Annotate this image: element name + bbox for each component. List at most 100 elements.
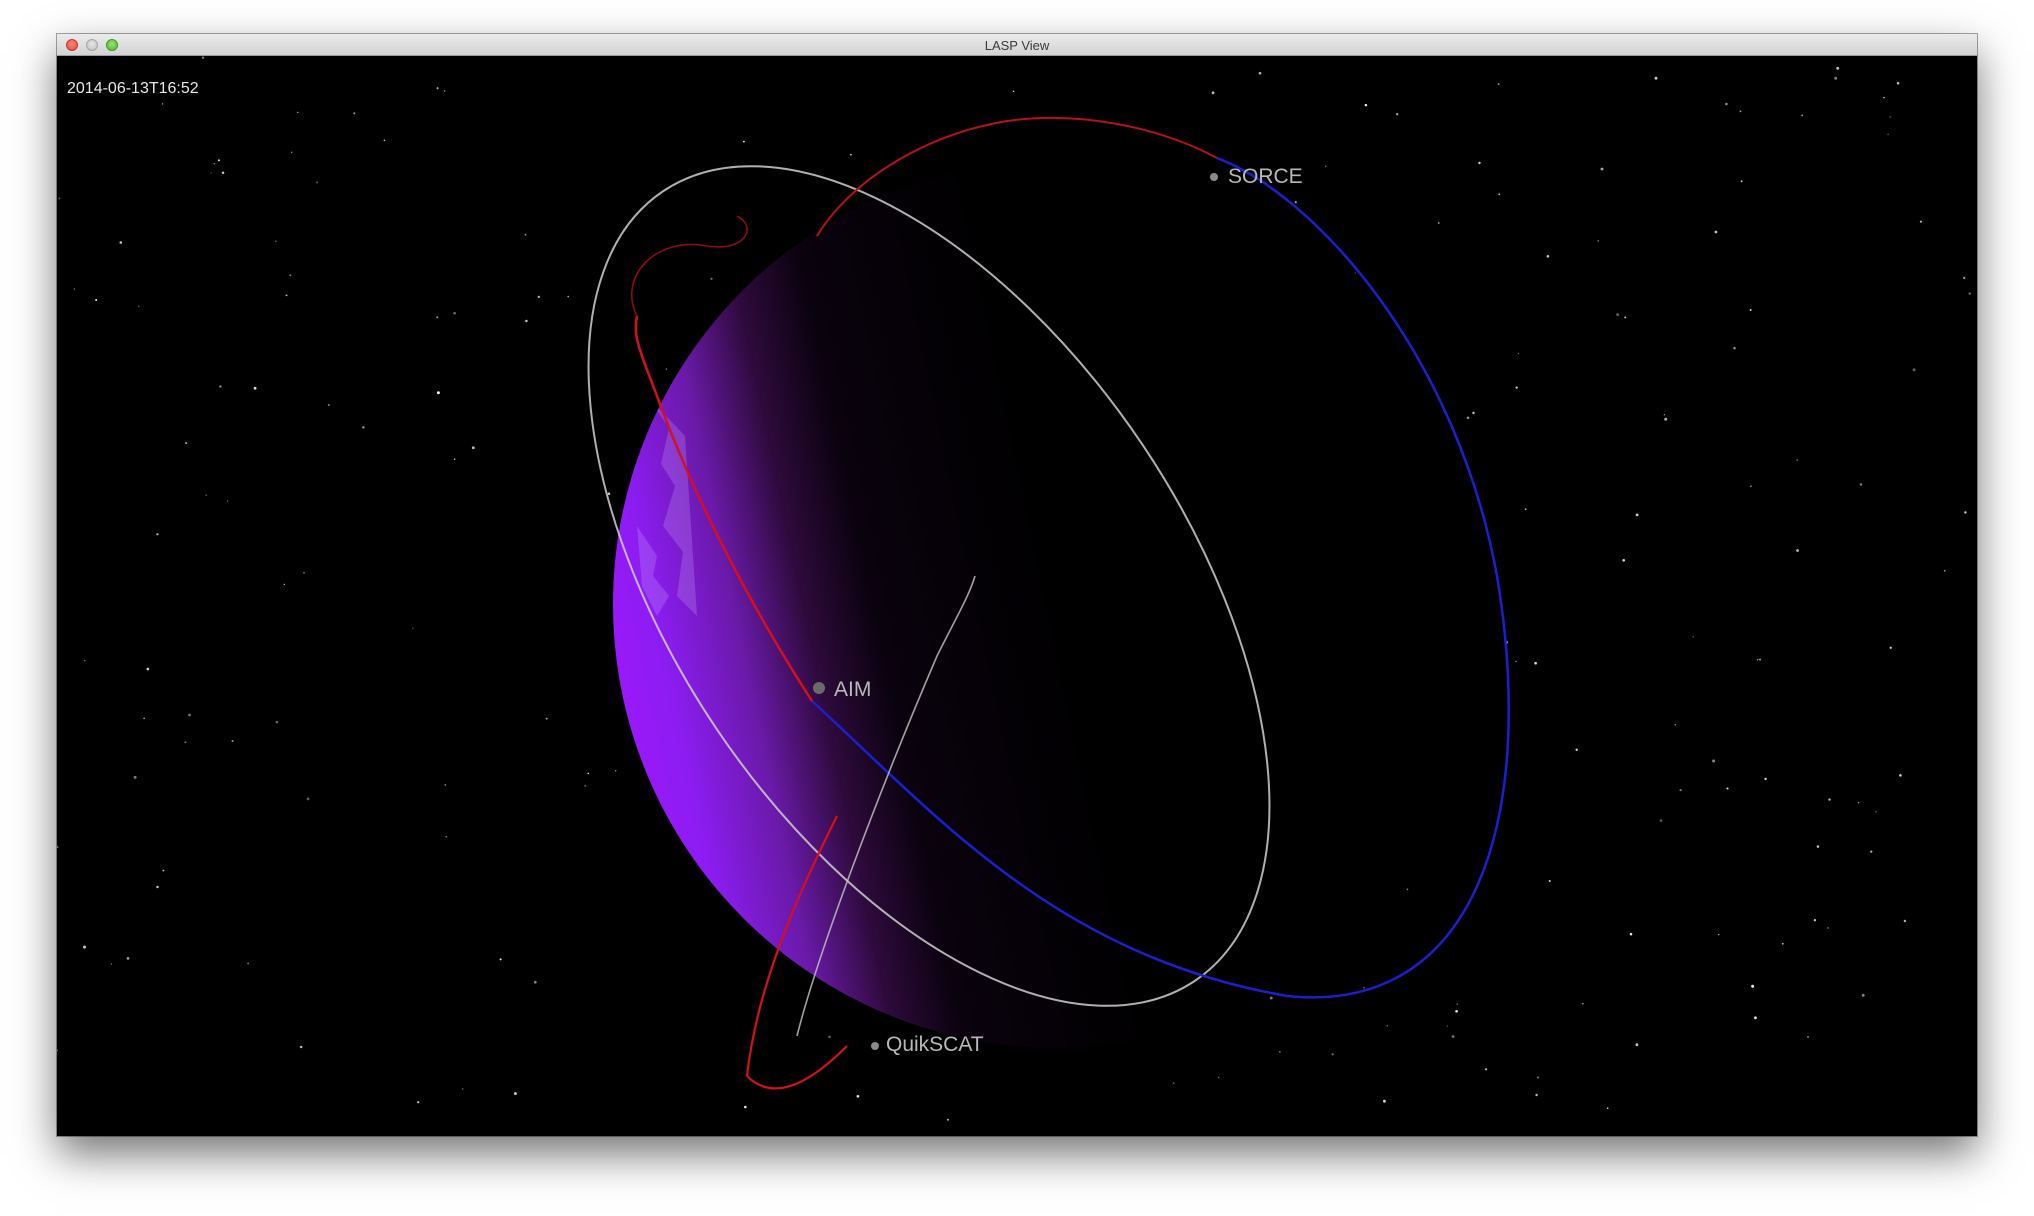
star [1764,777,1767,781]
star [1624,316,1627,319]
satellite-icon [871,1042,879,1050]
star [1836,66,1840,70]
satellite-icon [1210,173,1218,181]
star [436,316,439,319]
star [1217,1076,1220,1079]
satellite-icon [813,682,825,694]
star [1466,416,1470,420]
star [231,740,234,742]
star [1455,1009,1458,1013]
star [1395,112,1399,116]
star [84,660,86,662]
star [57,846,59,849]
star [1629,932,1633,936]
star [436,391,440,395]
star [607,492,611,495]
timestamp-label: 2014-06-13T16:52 [67,80,199,97]
star [83,945,86,949]
star [1816,845,1820,848]
star [1582,1003,1584,1005]
star [289,274,292,277]
star [1472,411,1475,415]
space-scene[interactable]: SORCE AIM QuikSCAT [57,56,1977,1136]
star [1515,660,1517,663]
star [710,277,713,280]
star [188,713,191,717]
star [1258,71,1262,75]
star [1750,485,1752,488]
star [533,980,537,984]
star [1692,636,1694,638]
star [1363,987,1365,989]
star [545,717,548,720]
star [1756,659,1759,661]
3d-viewport[interactable]: SORCE AIM QuikSCAT 2014-06-13T16:52 [57,56,1977,1136]
star [1726,787,1729,790]
star [1279,1051,1281,1053]
star [297,111,299,113]
star [1964,511,1967,514]
star [1534,661,1537,665]
star [221,171,225,174]
star [537,295,540,299]
star [1548,880,1551,882]
star [1827,927,1829,929]
star [1899,774,1902,777]
star [1725,102,1728,106]
star [1484,1068,1488,1071]
star [462,1088,464,1090]
star [1679,788,1682,792]
star [1919,220,1922,223]
star [210,172,212,174]
star [1537,1076,1540,1079]
star [1659,819,1663,822]
orbit-path-past-loop [631,215,748,317]
star [1269,996,1273,1000]
star [327,403,330,407]
star [353,112,356,115]
star [513,1092,517,1096]
star [1943,569,1946,572]
satellite-quikscat[interactable]: QuikSCAT [871,1033,984,1056]
star [1754,1016,1757,1020]
satellite-label-aim: AIM [834,678,871,701]
star [57,1049,58,1052]
star [1635,1043,1639,1047]
star [110,963,113,965]
star [584,784,587,787]
satellite-sorce[interactable]: SORCE [1210,165,1303,188]
star [1524,508,1527,511]
star [1383,1099,1386,1103]
star [587,772,590,775]
star [291,151,293,153]
star [1600,167,1604,171]
star [436,87,439,90]
star [444,784,447,786]
star [217,159,220,162]
star [1663,414,1666,416]
satellite-label-quikscat: QuikSCAT [886,1033,984,1056]
star [1211,91,1215,95]
star [205,494,207,497]
star [1807,1036,1809,1038]
star [453,311,456,315]
star [1616,313,1620,317]
star [1796,459,1799,462]
star [443,90,446,92]
star [1294,201,1297,204]
star [1813,919,1817,922]
star [1759,658,1761,661]
star [156,533,159,536]
star [253,386,257,390]
star [1896,81,1900,85]
star [946,1118,949,1121]
star [1883,96,1885,99]
star [58,197,61,200]
star [362,426,365,429]
title-bar[interactable]: LASP View [57,34,1977,56]
star [1712,759,1716,763]
star [1597,240,1599,242]
star [1517,352,1520,355]
star [1740,180,1743,183]
star [306,797,310,801]
